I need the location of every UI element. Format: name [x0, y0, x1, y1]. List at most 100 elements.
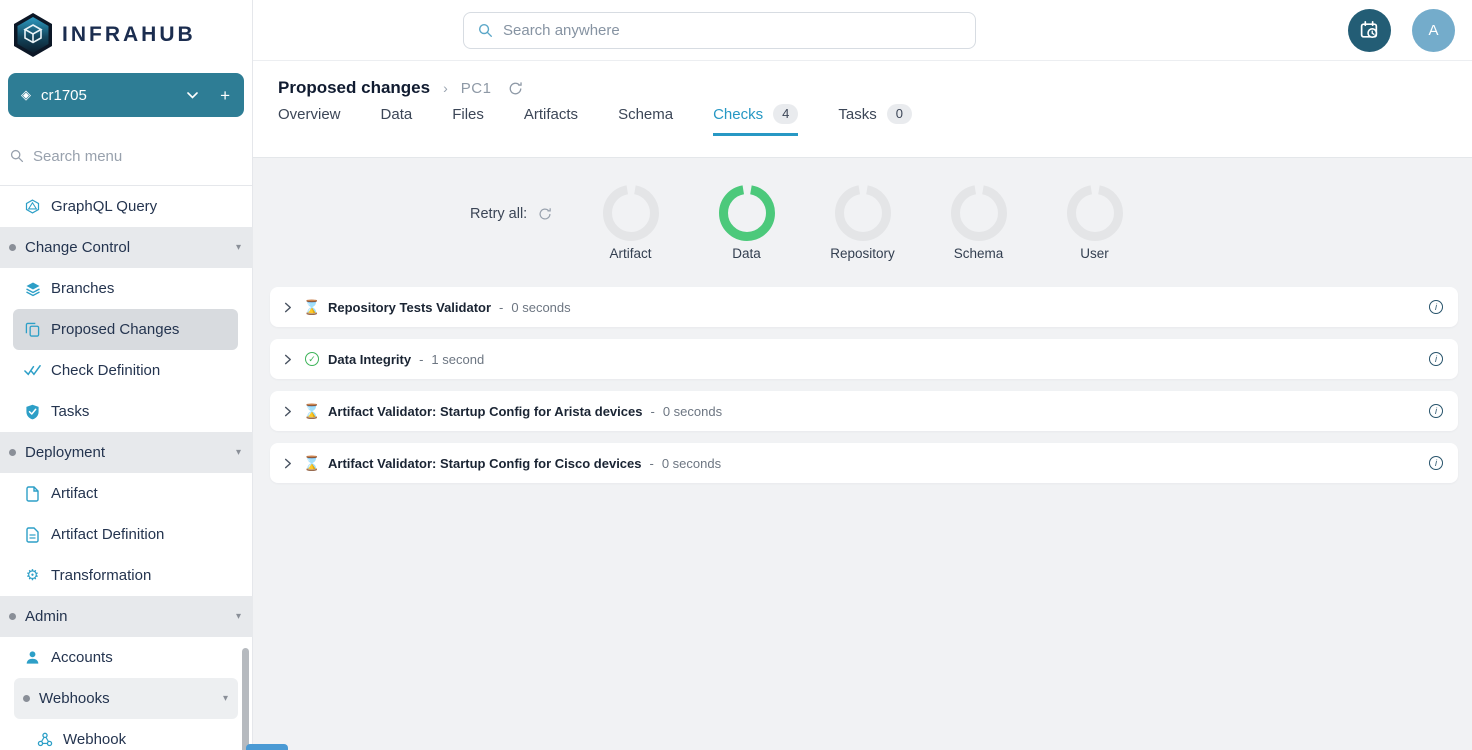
menu-search-input[interactable]	[33, 148, 213, 165]
checks-content: Retry all: Artifact Data Repository	[253, 158, 1472, 750]
tab-label: Data	[381, 106, 413, 123]
sidebar-item-label: Branches	[51, 280, 114, 297]
info-icon[interactable]: i	[1429, 404, 1443, 418]
validator-row[interactable]: ⌛ Repository Tests Validator - 0 seconds…	[270, 287, 1458, 327]
gear-icon: ⚙	[24, 567, 41, 584]
floating-widget[interactable]	[246, 744, 288, 750]
page-header: Proposed changes › PC1 Overview Data Fil…	[253, 61, 1472, 158]
branch-selector[interactable]: ◈ cr1705 +	[8, 73, 244, 117]
ring-artifact[interactable]: Artifact	[573, 185, 689, 261]
sidebar-section-label: Deployment	[25, 444, 105, 461]
sidebar-item-graphql-query[interactable]: GraphQL Query	[0, 186, 253, 227]
tab-badge: 4	[773, 104, 798, 125]
refresh-icon[interactable]	[508, 81, 523, 96]
chevron-right-icon[interactable]	[282, 302, 293, 313]
validator-row[interactable]: ✓ Data Integrity - 1 second i	[270, 339, 1458, 379]
breadcrumb: Proposed changes › PC1	[278, 61, 1472, 93]
sidebar-item-label: GraphQL Query	[51, 198, 157, 215]
caret-down-icon: ▾	[236, 447, 241, 458]
sidebar-item-label: Artifact Definition	[51, 526, 164, 543]
tab-artifacts[interactable]: Artifacts	[524, 93, 578, 136]
tab-bar: Overview Data Files Artifacts Schema Che…	[278, 93, 1472, 136]
info-icon[interactable]: i	[1429, 352, 1443, 366]
tab-label: Checks	[713, 106, 763, 123]
caret-down-icon: ▾	[236, 611, 241, 622]
main-area: A Proposed changes › PC1 Overview Data F…	[253, 0, 1472, 750]
avatar[interactable]: A	[1412, 9, 1455, 52]
sidebar-item-proposed-changes[interactable]: Proposed Changes	[13, 309, 238, 350]
sidebar-item-label: Artifact	[51, 485, 98, 502]
shield-check-icon	[24, 403, 41, 420]
sidebar-item-transformation[interactable]: ⚙ Transformation	[0, 555, 253, 596]
calendar-clock-icon	[1359, 20, 1380, 41]
add-branch-button[interactable]: +	[220, 87, 230, 104]
ring-repository[interactable]: Repository	[805, 185, 921, 261]
info-icon[interactable]: i	[1429, 456, 1443, 470]
chevron-down-icon[interactable]	[187, 92, 198, 99]
tab-badge: 0	[887, 104, 912, 125]
sidebar-item-label: Check Definition	[51, 362, 160, 379]
global-search[interactable]	[463, 12, 976, 49]
hourglass-icon: ⌛	[303, 404, 320, 418]
sidebar-item-artifact-definition[interactable]: Artifact Definition	[0, 514, 253, 555]
tab-overview[interactable]: Overview	[278, 93, 341, 136]
bullet-icon	[9, 613, 16, 620]
ring-schema[interactable]: Schema	[921, 185, 1037, 261]
ring-user[interactable]: User	[1037, 185, 1153, 261]
search-icon	[478, 23, 493, 38]
branch-name: cr1705	[41, 87, 87, 104]
ring-data[interactable]: Data	[689, 185, 805, 261]
tab-tasks[interactable]: Tasks 0	[838, 93, 912, 136]
sidebar-subsection-webhooks[interactable]: Webhooks ▾	[14, 678, 238, 719]
info-icon[interactable]: i	[1429, 300, 1443, 314]
sidebar-item-branches[interactable]: Branches	[0, 268, 253, 309]
app-logo[interactable]: INFRAHUB	[0, 0, 252, 62]
layers-icon	[24, 280, 41, 297]
refresh-icon[interactable]	[538, 207, 552, 221]
tab-checks[interactable]: Checks 4	[713, 93, 798, 136]
graphql-icon	[24, 198, 41, 215]
sidebar-item-tasks[interactable]: Tasks	[0, 391, 253, 432]
breadcrumb-separator-icon: ›	[443, 80, 448, 96]
file-icon	[24, 485, 41, 502]
sidebar-subsection-label: Webhooks	[39, 690, 110, 707]
global-search-input[interactable]	[503, 22, 923, 39]
separator: -	[650, 404, 654, 419]
sidebar-item-label: Transformation	[51, 567, 151, 584]
chevron-right-icon[interactable]	[282, 406, 293, 417]
double-check-icon	[24, 362, 41, 379]
topbar: A	[253, 0, 1472, 61]
chevron-right-icon[interactable]	[282, 458, 293, 469]
sidebar-section-admin[interactable]: Admin ▾	[0, 596, 253, 637]
sidebar-section-deployment[interactable]: Deployment ▾	[0, 432, 253, 473]
sidebar-item-artifact[interactable]: Artifact	[0, 473, 253, 514]
separator: -	[419, 352, 423, 367]
check-circle-icon: ✓	[305, 352, 319, 366]
menu-search[interactable]	[10, 142, 242, 170]
search-icon	[10, 149, 24, 163]
sidebar-item-webhook[interactable]: Webhook	[0, 719, 253, 750]
bullet-icon	[9, 449, 16, 456]
tab-data[interactable]: Data	[381, 93, 413, 136]
sidebar-item-accounts[interactable]: Accounts	[0, 637, 253, 678]
bullet-icon	[23, 695, 30, 702]
tab-files[interactable]: Files	[452, 93, 484, 136]
tab-schema[interactable]: Schema	[618, 93, 673, 136]
retry-all: Retry all:	[470, 206, 552, 222]
sidebar-item-label: Proposed Changes	[51, 321, 179, 338]
chevron-right-icon[interactable]	[282, 354, 293, 365]
schedule-button[interactable]	[1348, 9, 1391, 52]
sidebar-scrollbar[interactable]	[242, 648, 249, 750]
validator-rows: ⌛ Repository Tests Validator - 0 seconds…	[253, 287, 1472, 483]
validator-row[interactable]: ⌛ Artifact Validator: Startup Config for…	[270, 391, 1458, 431]
sidebar-item-check-definition[interactable]: Check Definition	[0, 350, 253, 391]
tab-label: Tasks	[838, 106, 876, 123]
validator-duration: 1 second	[431, 352, 484, 367]
tab-label: Artifacts	[524, 106, 578, 123]
validator-row[interactable]: ⌛ Artifact Validator: Startup Config for…	[270, 443, 1458, 483]
sidebar-section-change-control[interactable]: Change Control ▾	[0, 227, 253, 268]
hourglass-icon: ⌛	[303, 300, 320, 314]
avatar-initial: A	[1428, 22, 1438, 39]
hourglass-icon: ⌛	[303, 456, 320, 470]
infrahub-hexagon-cube-icon	[12, 12, 54, 58]
